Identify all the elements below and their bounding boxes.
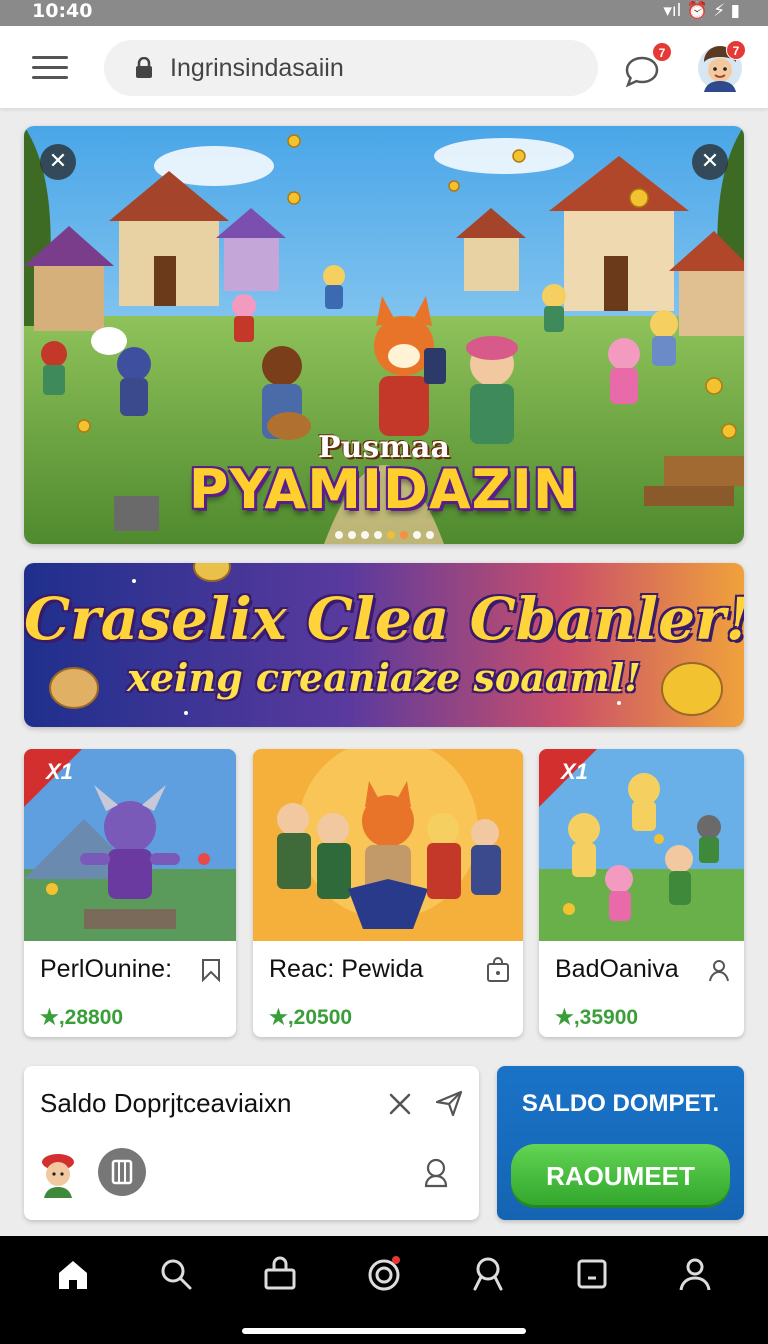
carousel-dot[interactable] [360, 531, 369, 539]
bag-icon[interactable] [260, 1254, 300, 1294]
card-title-3: BadOaniva [555, 955, 679, 983]
card-ribbon-text-1: X1 [46, 759, 73, 784]
status-icons: ▾ıl ⏰ ⚡ ▮ [663, 1, 740, 21]
wallet-cta-title: SALDO DOMPET. [521, 1090, 720, 1117]
hero-close-left-icon[interactable]: ✕ [40, 144, 76, 180]
avatar[interactable]: 7 [696, 40, 746, 94]
status-bar: 10:40 ▾ıl ⏰ ⚡ ▮ [0, 0, 768, 26]
hamburger-menu-icon[interactable] [30, 50, 70, 84]
card-price-2: ★,20500 [269, 1006, 353, 1029]
square-icon[interactable] [572, 1254, 612, 1294]
promo-title: Craselix Clea Cbanler! [24, 585, 744, 653]
game-card-image-2 [253, 749, 523, 941]
carousel-dot[interactable] [399, 531, 408, 539]
game-card-2[interactable]: Reac: Pewida ★,20500 [253, 749, 523, 1037]
promo-subtitle: xeing creaniaze soaaml! [127, 655, 641, 700]
game-card-3[interactable]: X1 BadOaniva ★,35900 [539, 749, 744, 1037]
card-title-1: PerlOunine: [40, 955, 173, 983]
carousel-dot[interactable] [347, 531, 356, 539]
bag-icon[interactable] [485, 957, 511, 983]
carousel-dot[interactable] [334, 531, 343, 539]
app-header: 7 7 [0, 26, 768, 108]
hero-close-right-icon[interactable]: ✕ [692, 144, 728, 180]
lock-icon [136, 57, 152, 78]
profile-icon[interactable] [675, 1254, 715, 1294]
carousel-dots[interactable] [24, 526, 744, 544]
user-icon[interactable] [706, 957, 732, 983]
wallet-card-icon[interactable] [98, 1148, 146, 1196]
card-price-3: ★,35900 [555, 1006, 639, 1029]
bookmark-icon[interactable] [198, 957, 224, 983]
carousel-dot[interactable] [412, 531, 421, 539]
chat-badge: 7 [652, 42, 672, 62]
card-title-2: Reac: Pewida [269, 955, 424, 983]
wallet-avatar-icon [42, 1154, 74, 1198]
card-ribbon-text-3: X1 [561, 759, 588, 784]
hero-banner[interactable]: ✕ ✕ Pusmaa PYAMIDAZIN [24, 126, 744, 544]
search-icon[interactable] [156, 1254, 196, 1294]
search-bar[interactable] [104, 40, 598, 96]
wallet-title: Saldo Doprjtceaviaixn [40, 1088, 292, 1118]
bottom-nav [0, 1236, 768, 1344]
close-icon[interactable] [386, 1090, 414, 1118]
account-icon[interactable] [418, 1156, 454, 1192]
chat-button[interactable]: 7 [622, 42, 672, 94]
hero-title: PYAMIDAZIN [188, 458, 580, 521]
wallet-cta-button[interactable]: RAOUMEET [511, 1144, 730, 1208]
avatar-badge: 7 [726, 40, 746, 60]
home-indicator[interactable] [242, 1328, 526, 1334]
promo-banner[interactable]: Craselix Clea Cbanler! xeing creaniaze s… [24, 563, 744, 727]
wallet-cta-panel: SALDO DOMPET. RAOUMEET [497, 1066, 744, 1220]
game-card-1[interactable]: X1 PerlOunine: ★,28800 [24, 749, 236, 1037]
carousel-dot[interactable] [373, 531, 382, 539]
search-input[interactable] [170, 40, 570, 96]
carousel-dot[interactable] [386, 531, 395, 539]
card-price-1: ★,28800 [40, 1006, 124, 1029]
award-icon[interactable] [468, 1254, 508, 1294]
carousel-dot[interactable] [425, 531, 434, 539]
status-time: 10:40 [32, 0, 93, 22]
send-icon[interactable] [434, 1088, 464, 1118]
wallet-card: Saldo Doprjtceaviaixn [24, 1066, 479, 1220]
card-stack-icon [111, 1159, 133, 1185]
home-icon[interactable] [53, 1254, 93, 1294]
target-icon[interactable] [364, 1254, 404, 1294]
